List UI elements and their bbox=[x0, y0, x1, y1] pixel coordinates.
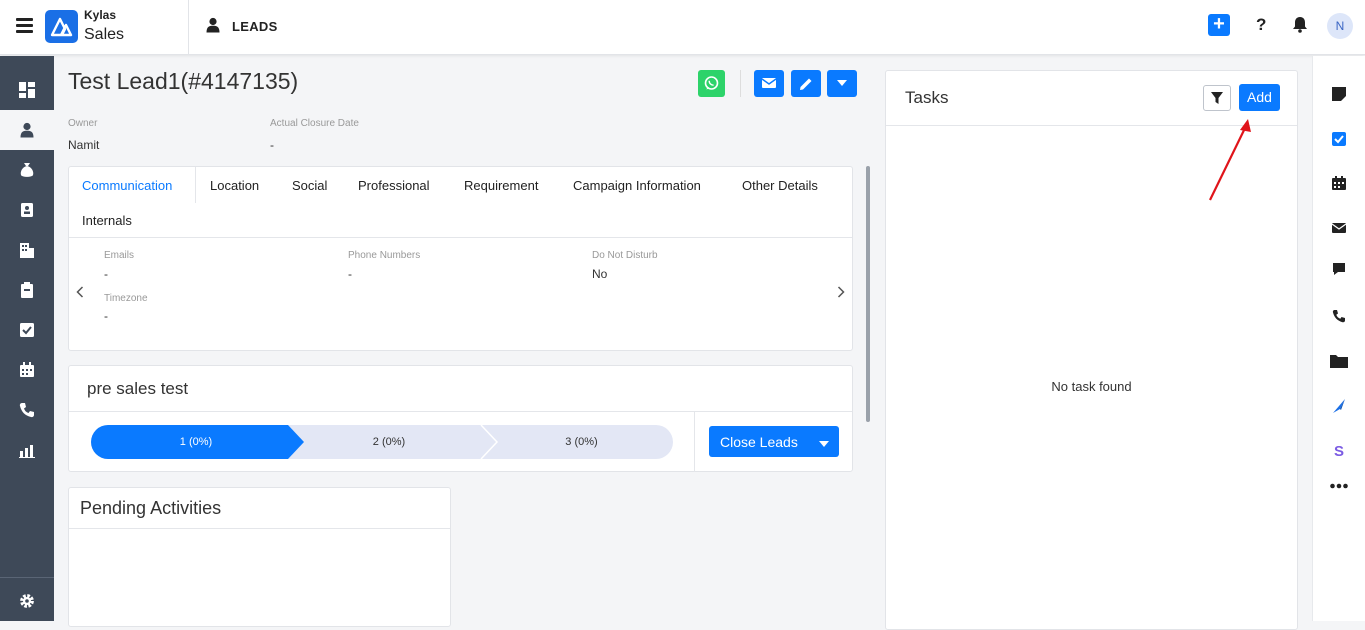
phone-nav-icon[interactable] bbox=[0, 390, 54, 430]
scrollbar[interactable] bbox=[866, 166, 870, 422]
pipeline-stage-1[interactable]: 1 (0%) bbox=[91, 425, 301, 459]
help-icon[interactable]: ? bbox=[1256, 15, 1266, 35]
owner-label: Owner bbox=[68, 118, 98, 129]
sidebar-divider bbox=[0, 577, 54, 578]
empty-tasks-text: No task found bbox=[1051, 379, 1132, 394]
header-divider bbox=[188, 0, 189, 55]
brand-name: Kylas bbox=[84, 8, 117, 22]
bell-icon[interactable] bbox=[1292, 16, 1308, 38]
chevron-right-icon[interactable] bbox=[837, 285, 845, 303]
emails-label: Emails bbox=[104, 250, 135, 261]
folder-icon[interactable] bbox=[1330, 354, 1348, 368]
action-divider bbox=[740, 70, 741, 97]
more-icon[interactable] bbox=[1330, 483, 1348, 489]
tab-campaign-information[interactable]: Campaign Information bbox=[573, 178, 701, 193]
pipeline-stage-2[interactable]: 2 (0%) bbox=[299, 425, 479, 459]
whatsapp-button[interactable] bbox=[698, 70, 725, 97]
closure-date-value: - bbox=[270, 138, 274, 152]
page-title: Test Lead1(#4147135) bbox=[68, 68, 299, 94]
closure-date-label: Actual Closure Date bbox=[270, 118, 359, 129]
tab-other-details[interactable]: Other Details bbox=[742, 178, 818, 193]
pending-activities-card: Pending Activities bbox=[68, 487, 451, 627]
companies-icon[interactable] bbox=[0, 230, 54, 270]
details-tabs-card: Communication Location Social Profession… bbox=[68, 166, 853, 351]
leads-nav-icon[interactable] bbox=[0, 110, 54, 150]
add-icon[interactable]: + bbox=[1208, 14, 1230, 36]
tab-internals[interactable]: Internals bbox=[82, 213, 132, 228]
emails-value: - bbox=[104, 267, 108, 281]
pipeline-name: pre sales test bbox=[87, 379, 189, 398]
tab-social[interactable]: Social bbox=[292, 178, 327, 193]
add-task-button[interactable]: Add bbox=[1239, 84, 1280, 111]
do-not-disturb-value: No bbox=[592, 267, 608, 281]
menu-icon[interactable] bbox=[16, 18, 33, 33]
tab-communication[interactable]: Communication bbox=[82, 178, 172, 193]
tasks-nav-icon[interactable] bbox=[0, 310, 54, 350]
contacts-icon[interactable] bbox=[0, 190, 54, 230]
timezone-value: - bbox=[104, 309, 108, 323]
filter-button[interactable] bbox=[1203, 85, 1231, 111]
close-leads-button[interactable]: Close Leads bbox=[709, 426, 839, 457]
checkbox-icon[interactable] bbox=[1332, 132, 1346, 146]
calendar-icon[interactable] bbox=[1332, 176, 1346, 190]
annotation-arrow bbox=[1209, 119, 1251, 201]
kylas-logo-icon[interactable] bbox=[45, 10, 78, 43]
pipeline-vertical-divider bbox=[694, 412, 695, 472]
owner-value: Namit bbox=[68, 138, 100, 152]
tab-requirement[interactable]: Requirement bbox=[464, 178, 538, 193]
timezone-label: Timezone bbox=[104, 293, 148, 304]
more-actions-dropdown[interactable] bbox=[827, 70, 857, 97]
pending-divider bbox=[69, 528, 450, 529]
pipeline-stage-3[interactable]: 3 (0%) bbox=[489, 425, 674, 459]
brand-product: Sales bbox=[84, 26, 125, 43]
s-app-icon[interactable]: S bbox=[1332, 442, 1346, 458]
tabs-divider bbox=[69, 237, 852, 238]
tasks-title: Tasks bbox=[905, 88, 949, 107]
svg-text:S: S bbox=[1334, 443, 1344, 458]
pending-activities-title: Pending Activities bbox=[80, 498, 222, 518]
caret-down-icon[interactable] bbox=[818, 436, 830, 454]
edit-button[interactable] bbox=[791, 70, 821, 97]
campaign-icon[interactable] bbox=[1332, 399, 1346, 413]
tab-location[interactable]: Location bbox=[210, 178, 259, 193]
note-icon[interactable] bbox=[1332, 87, 1346, 101]
phone-icon[interactable] bbox=[1332, 309, 1346, 323]
top-bar: Kylas Sales LEADS + ? N bbox=[0, 0, 1365, 55]
email-icon[interactable] bbox=[1332, 222, 1346, 234]
lead-detail: Test Lead1(#4147135) Owner Namit Actual … bbox=[54, 56, 871, 627]
chat-icon[interactable] bbox=[1332, 262, 1346, 276]
settings-icon[interactable] bbox=[0, 581, 54, 621]
dashboard-icon[interactable] bbox=[0, 70, 54, 110]
calendar-nav-icon[interactable] bbox=[0, 350, 54, 390]
pipeline-divider bbox=[69, 411, 852, 412]
close-leads-label: Close Leads bbox=[720, 434, 798, 450]
pipeline-card: pre sales test 1 (0%) 2 (0%) 3 (0%) Clos… bbox=[68, 365, 853, 472]
page-section-title: LEADS bbox=[232, 19, 278, 34]
avatar[interactable]: N bbox=[1327, 13, 1353, 39]
user-icon bbox=[206, 17, 220, 38]
right-icon-rail: S bbox=[1312, 56, 1365, 621]
left-sidebar bbox=[0, 56, 54, 621]
filter-icon bbox=[1211, 92, 1223, 104]
do-not-disturb-label: Do Not Disturb bbox=[592, 250, 658, 261]
phone-numbers-value: - bbox=[348, 267, 352, 281]
reports-icon[interactable] bbox=[0, 430, 54, 470]
phone-numbers-label: Phone Numbers bbox=[348, 250, 421, 261]
tab-professional[interactable]: Professional bbox=[358, 178, 430, 193]
quotes-icon[interactable] bbox=[0, 270, 54, 310]
email-button[interactable] bbox=[754, 70, 784, 97]
chevron-left-icon[interactable] bbox=[76, 285, 84, 303]
deals-icon[interactable] bbox=[0, 150, 54, 190]
